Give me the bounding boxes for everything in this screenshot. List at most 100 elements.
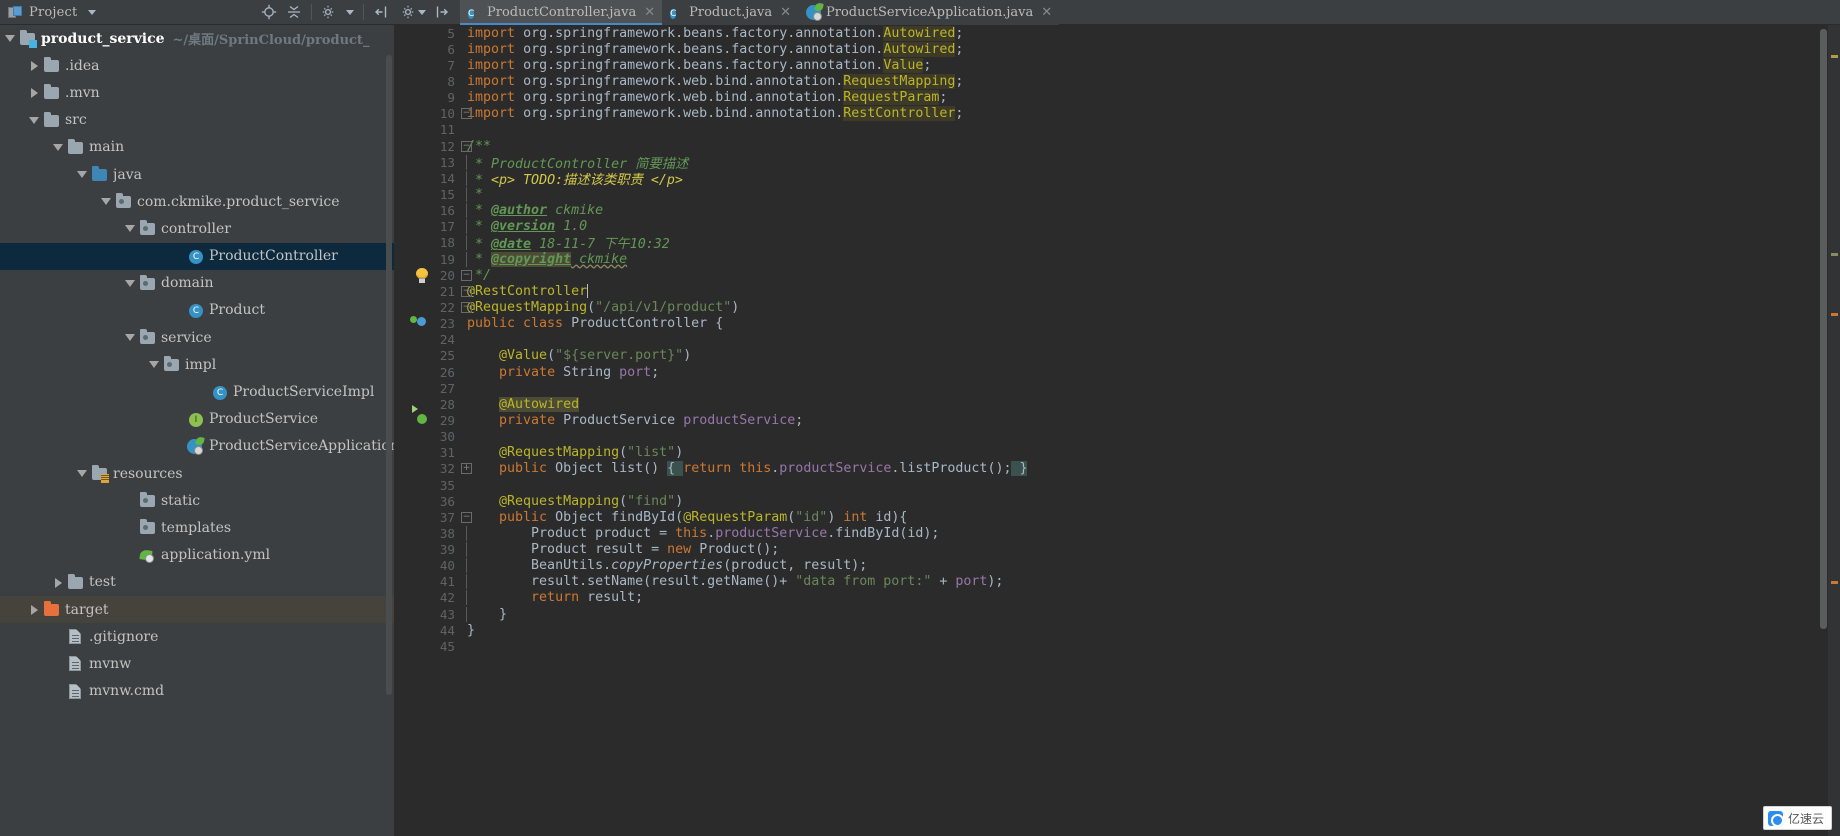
code-editor[interactable]: 5 import org.springframework.beans.factor… bbox=[395, 25, 1840, 836]
code-line[interactable]: 13 * ProductController 简要描述 bbox=[395, 154, 1840, 172]
collapse-all-icon[interactable] bbox=[286, 4, 302, 20]
close-icon[interactable]: ✕ bbox=[1041, 5, 1052, 20]
autowired-gutter-icon[interactable] bbox=[412, 404, 431, 429]
editor-scroll-thumb[interactable] bbox=[1820, 29, 1827, 629]
code-line[interactable]: −37 public Object findById(@RequestParam… bbox=[395, 509, 1840, 525]
editor-vertical-scrollbar[interactable] bbox=[1819, 25, 1828, 836]
code-line[interactable]: 15 * bbox=[395, 186, 1840, 202]
code-line[interactable]: 43 } bbox=[395, 606, 1840, 622]
code-line[interactable]: 9 import org.springframework.web.bind.ann… bbox=[395, 90, 1840, 106]
tree-expand-arrow-icon[interactable] bbox=[52, 141, 65, 154]
tree-expand-arrow-icon[interactable] bbox=[28, 59, 41, 72]
code-fold-collapse-icon[interactable]: − bbox=[461, 301, 472, 313]
tree-node[interactable]: mvnw.cmd bbox=[0, 678, 394, 705]
code-line[interactable]: 39 Product result = new Product(); bbox=[395, 542, 1840, 558]
code-line[interactable]: 7 import org.springframework.beans.factor… bbox=[395, 57, 1840, 73]
code-line[interactable]: 19 * @copyright ckmike bbox=[395, 251, 1840, 267]
tree-expand-arrow-icon[interactable] bbox=[28, 114, 41, 127]
tree-expand-arrow-icon[interactable] bbox=[124, 331, 137, 344]
tree-node[interactable]: target bbox=[0, 595, 394, 624]
tree-expand-arrow-icon[interactable] bbox=[100, 195, 113, 208]
tree-node[interactable]: .gitignore bbox=[0, 623, 394, 650]
tree-node[interactable]: I ProductService bbox=[0, 406, 394, 433]
code-line[interactable]: 6 import org.springframework.beans.factor… bbox=[395, 41, 1840, 57]
tree-node[interactable]: service bbox=[0, 324, 394, 351]
tree-node[interactable]: .idea bbox=[0, 52, 394, 79]
tree-node[interactable]: .mvn bbox=[0, 79, 394, 106]
tree-node[interactable]: application.yml bbox=[0, 542, 394, 569]
editor-tab[interactable]: ProductServiceApplication.java ✕ bbox=[798, 0, 1060, 25]
tree-node[interactable]: com.ckmike.product_service bbox=[0, 188, 394, 215]
tree-expand-arrow-icon[interactable] bbox=[52, 576, 65, 589]
hide-panel-icon[interactable] bbox=[373, 4, 389, 20]
tree-node[interactable]: test bbox=[0, 569, 394, 596]
tree-expand-arrow-icon[interactable] bbox=[76, 467, 89, 480]
tree-node[interactable]: C ProductServiceImpl bbox=[0, 378, 394, 405]
tree-node[interactable]: domain bbox=[0, 270, 394, 297]
editor-tab[interactable]: C ProductController.java ✕ bbox=[460, 0, 663, 25]
code-line[interactable]: 42 return result; bbox=[395, 590, 1840, 606]
code-line[interactable]: 35 bbox=[395, 477, 1840, 493]
jump-to-source-icon[interactable] bbox=[434, 4, 450, 20]
tree-node[interactable]: controller bbox=[0, 215, 394, 242]
settings-chevron-icon[interactable] bbox=[346, 9, 354, 15]
tree-node[interactable]: impl bbox=[0, 351, 394, 378]
tree-node[interactable]: mvnw bbox=[0, 650, 394, 677]
tree-expand-arrow-icon[interactable] bbox=[28, 603, 41, 616]
code-line[interactable]: 30 bbox=[395, 429, 1840, 445]
code-fold-expand-icon[interactable]: + bbox=[461, 463, 472, 475]
settings-gear-icon[interactable] bbox=[321, 4, 337, 20]
code-line[interactable]: 29 private ProductService productService… bbox=[395, 404, 1840, 429]
code-line[interactable]: −20 */ bbox=[395, 267, 1840, 283]
code-line[interactable]: −21 @RestController bbox=[395, 283, 1840, 299]
code-line[interactable]: 27 bbox=[395, 380, 1840, 396]
chevron-down-icon[interactable] bbox=[88, 9, 97, 15]
code-fold-collapse-icon[interactable]: − bbox=[461, 140, 472, 152]
code-line[interactable]: 5 import org.springframework.beans.factor… bbox=[395, 25, 1840, 41]
code-fold-collapse-icon[interactable]: − bbox=[461, 108, 472, 120]
close-icon[interactable]: ✕ bbox=[644, 5, 655, 20]
code-line[interactable]: 38 Product product = this.productService… bbox=[395, 525, 1840, 541]
intention-bulb-icon[interactable] bbox=[415, 267, 429, 283]
code-line[interactable]: 36 @RequestMapping("find") bbox=[395, 493, 1840, 509]
code-area[interactable]: 5 import org.springframework.beans.factor… bbox=[395, 25, 1840, 836]
code-line[interactable]: 26 private String port; bbox=[395, 364, 1840, 380]
project-tree-scrollbar[interactable] bbox=[386, 55, 392, 695]
code-line[interactable]: 41 result.setName(result.getName()+ "dat… bbox=[395, 574, 1840, 590]
code-line[interactable]: 8 import org.springframework.web.bind.ann… bbox=[395, 73, 1840, 89]
tree-expand-arrow-icon[interactable] bbox=[28, 86, 41, 99]
editor-marker-strip[interactable] bbox=[1828, 25, 1840, 836]
code-line[interactable]: −10 import org.springframework.web.bind.a… bbox=[395, 106, 1840, 122]
close-icon[interactable]: ✕ bbox=[780, 5, 791, 20]
locate-icon[interactable] bbox=[261, 4, 277, 20]
code-fold-collapse-icon[interactable]: − bbox=[461, 511, 472, 523]
tree-node[interactable]: static bbox=[0, 487, 394, 514]
code-line[interactable]: 31 @RequestMapping("list") bbox=[395, 445, 1840, 461]
tree-expand-arrow-icon[interactable] bbox=[124, 277, 137, 290]
tree-node[interactable]: C ProductController bbox=[0, 242, 394, 270]
code-line[interactable]: 40 BeanUtils.copyProperties(product, res… bbox=[395, 558, 1840, 574]
tree-expand-arrow-icon[interactable] bbox=[148, 358, 161, 371]
tree-node[interactable]: product_service ~/桌面/SprinCloud/product_ bbox=[0, 25, 394, 52]
editor-tab[interactable]: C Product.java ✕ bbox=[662, 0, 799, 25]
code-line[interactable]: −12/** bbox=[395, 138, 1840, 154]
project-tree[interactable]: product_service ~/桌面/SprinCloud/product_.… bbox=[0, 25, 395, 836]
tree-expand-arrow-icon[interactable] bbox=[124, 222, 137, 235]
code-line[interactable]: 24 bbox=[395, 332, 1840, 348]
code-line[interactable]: −22 @RequestMapping("/api/v1/product") bbox=[395, 299, 1840, 315]
code-fold-collapse-icon[interactable]: − bbox=[461, 285, 472, 297]
code-line[interactable]: 18 * @date 18-11-7 下午10:32 bbox=[395, 235, 1840, 252]
tree-node[interactable]: src bbox=[0, 107, 394, 134]
code-line[interactable]: 16 * @author ckmike bbox=[395, 203, 1840, 219]
tree-expand-arrow-icon[interactable] bbox=[76, 168, 89, 181]
tree-node[interactable]: resources bbox=[0, 460, 394, 487]
code-line[interactable]: 25 @Value("${server.port}") bbox=[395, 348, 1840, 364]
code-line[interactable]: 23 public class ProductController { bbox=[395, 316, 1840, 332]
spring-bean-gutter-icon[interactable] bbox=[410, 316, 431, 332]
editor-settings-chevron-icon[interactable] bbox=[418, 9, 426, 15]
code-line[interactable]: 17 * @version 1.0 bbox=[395, 219, 1840, 235]
tree-node[interactable]: ProductServiceApplication bbox=[0, 433, 394, 460]
code-line[interactable]: 44} bbox=[395, 622, 1840, 638]
code-line[interactable]: 28 @Autowired bbox=[395, 396, 1840, 412]
tree-node[interactable]: C Product bbox=[0, 297, 394, 324]
